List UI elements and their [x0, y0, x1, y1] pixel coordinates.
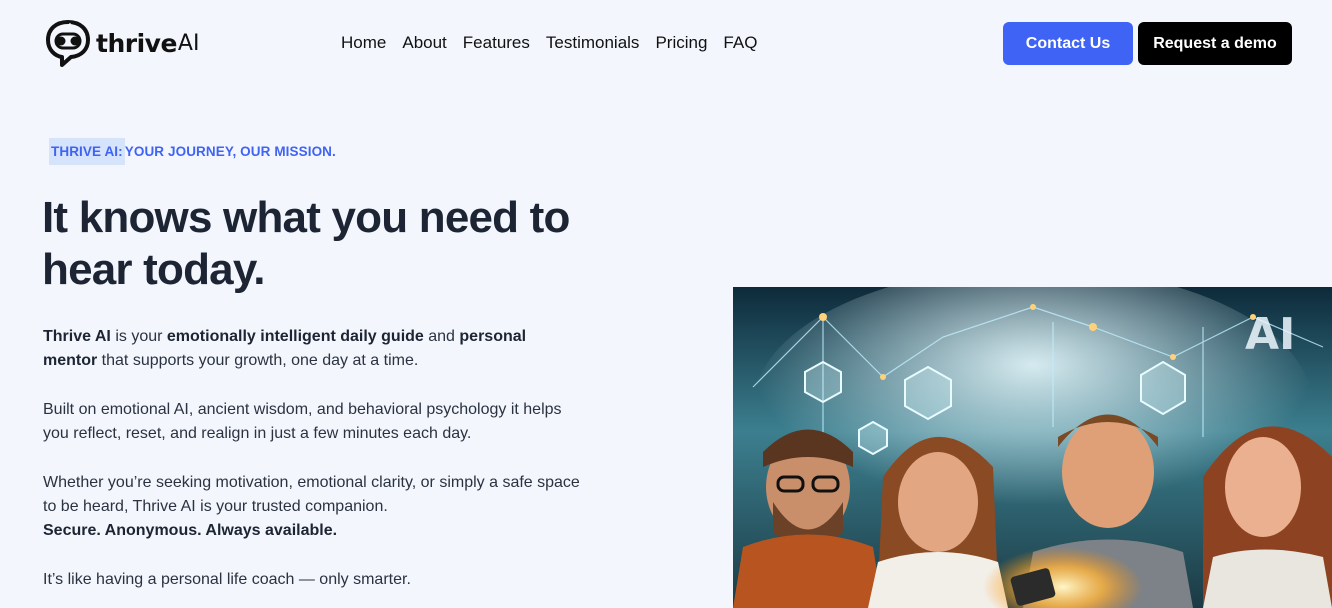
companion-text: Whether you’re seeking motivation, emoti… [43, 474, 580, 515]
foundation-paragraph: Built on emotional AI, ancient wisdom, a… [43, 401, 562, 442]
nav-features[interactable]: Features [463, 32, 530, 54]
nav-pricing[interactable]: Pricing [655, 32, 707, 54]
nav-testimonials[interactable]: Testimonials [546, 32, 640, 54]
brand-name: Thrive AI [43, 328, 111, 345]
request-demo-button[interactable]: Request a demo [1138, 22, 1292, 65]
life-coach-paragraph: It’s like having a personal life coach —… [43, 571, 411, 588]
intro-paragraph: Thrive AI is your emotionally intelligen… [43, 325, 583, 373]
main-nav: Home About Features Testimonials Pricing… [341, 32, 773, 54]
logo[interactable]: thrive AI [44, 18, 199, 68]
logo-ai-suffix: AI [177, 30, 200, 56]
logo-wordmark: thrive [96, 28, 177, 58]
eyebrow-text: YOUR JOURNEY, OUR MISSION. [124, 143, 336, 159]
companion-paragraph: Whether you’re seeking motivation, emoti… [43, 471, 583, 543]
nav-faq[interactable]: FAQ [723, 32, 757, 54]
eyebrow-highlight: THRIVE AI: [49, 137, 125, 165]
intro-text-2: and [423, 328, 460, 345]
nav-about[interactable]: About [402, 32, 446, 54]
site-header: thrive AI Home About Features Testimonial… [0, 0, 1332, 90]
contact-us-button[interactable]: Contact Us [1003, 22, 1133, 65]
nav-home[interactable]: Home [341, 32, 386, 54]
intro-bold-guide: emotionally intelligent daily guide [166, 328, 424, 345]
secure-tagline: Secure. Anonymous. Always available. [43, 522, 338, 539]
hero-headline: It knows what you need to hear today. [42, 193, 570, 294]
chat-bubble-logo-icon [44, 18, 92, 68]
hero-eyebrow: THRIVE AI: YOUR JOURNEY, OUR MISSION. [49, 137, 336, 165]
hero-image: AI [733, 287, 1332, 608]
intro-text-3: that supports your growth, one day at a … [97, 352, 419, 369]
intro-text-1: is your [110, 328, 167, 345]
svg-text:AI: AI [1245, 309, 1295, 360]
